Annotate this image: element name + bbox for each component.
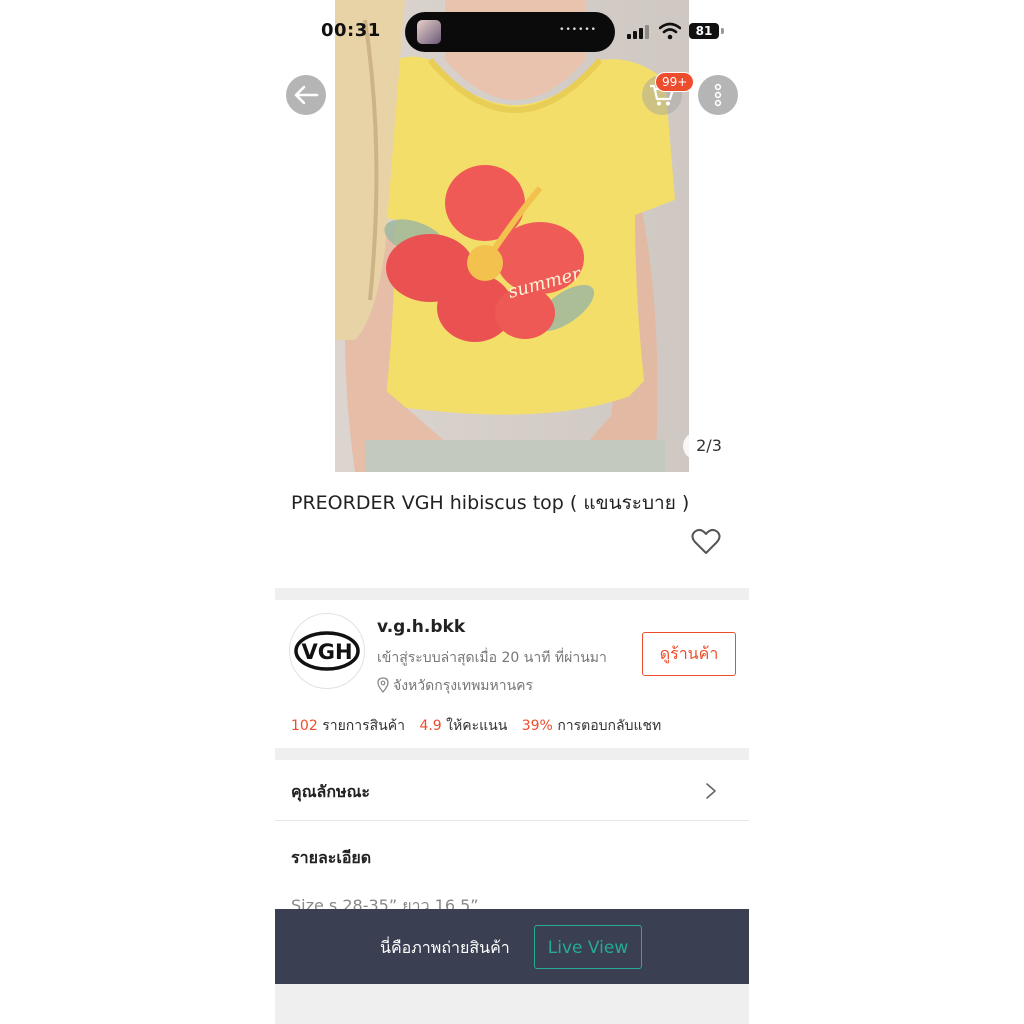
details-title: รายละเอียด [291, 848, 372, 867]
live-view-button[interactable]: Live View [534, 925, 642, 969]
back-arrow-icon [294, 85, 319, 105]
banner-text: นี่คือภาพถ่ายสินค้า [380, 938, 510, 957]
attributes-label: คุณลักษณะ [291, 782, 371, 801]
status-time: 00:31 [321, 20, 381, 41]
island-thumbnail [417, 20, 441, 44]
battery-indicator: 81 [689, 23, 719, 39]
stat-chat-response-label: การตอบกลับแชท [557, 718, 662, 734]
heart-icon[interactable] [691, 528, 721, 556]
shop-stats: 102 รายการสินค้า 4.9 ให้คะแนน 39% การตอบ… [291, 715, 671, 737]
footer-area [275, 984, 749, 1024]
cart-count-badge: 99+ [655, 72, 695, 92]
attributes-row[interactable]: คุณลักษณะ [275, 762, 749, 821]
shop-name[interactable]: v.g.h.bkk [377, 617, 465, 637]
cellular-signal-icon [627, 25, 651, 39]
chevron-right-icon [706, 783, 716, 799]
view-shop-button[interactable]: ดูร้านค้า [642, 632, 736, 676]
dynamic-island: •••••• [405, 12, 615, 52]
stat-chat-response-value: 39% [521, 718, 553, 734]
stat-products-value: 102 [291, 718, 318, 734]
location-pin-icon [377, 677, 389, 693]
product-title: PREORDER VGH hibiscus top ( แขนระบาย ) [291, 492, 690, 514]
stat-rating-value: 4.9 [419, 718, 442, 734]
shop-logo-text: VGH [301, 640, 352, 664]
product-screen: summer 00:31 •••••• 81 99+ 2/3 PREORDER … [275, 0, 749, 1024]
back-button[interactable] [286, 75, 326, 115]
battery-tip [721, 28, 724, 34]
section-divider [275, 588, 749, 600]
shop-location: จังหวัดกรุงเทพมหานคร [393, 678, 534, 694]
shop-logo[interactable]: VGH [289, 613, 365, 689]
product-photo-banner [275, 909, 749, 984]
shop-last-active: เข้าสู่ระบบล่าสุดเมื่อ 20 นาที ที่ผ่านมา [377, 650, 607, 666]
wifi-icon [659, 22, 681, 40]
stat-rating-label: ให้คะแนน [446, 718, 508, 734]
product-image[interactable]: summer [335, 0, 689, 472]
image-page-indicator: 2/3 [683, 432, 735, 460]
island-dots: •••••• [559, 25, 597, 35]
more-vertical-icon [714, 83, 722, 107]
more-options-button[interactable] [698, 75, 738, 115]
section-divider [275, 748, 749, 760]
stat-products-label: รายการสินค้า [322, 718, 405, 734]
